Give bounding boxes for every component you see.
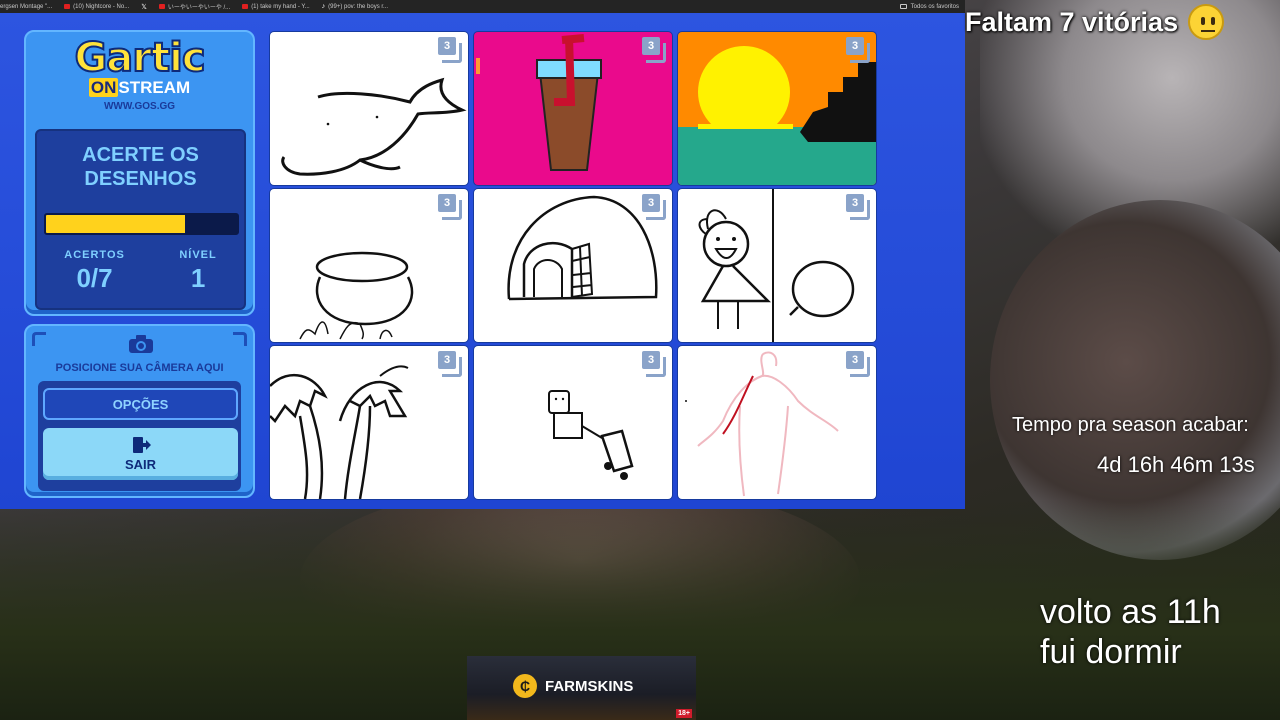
- neutral-face-icon: [1188, 4, 1225, 40]
- camera-label: POSICIONE SUA CÂMERA AQUI: [55, 362, 224, 374]
- badge-value: 3: [846, 194, 864, 212]
- sponsor-name: FARMSKINS: [545, 678, 634, 695]
- options-label: OPÇÕES: [112, 396, 169, 412]
- badge-value: 3: [438, 194, 456, 212]
- drawing-card-figure[interactable]: 3: [678, 346, 876, 499]
- bookmark-label: いーやいーやいーや /...: [167, 5, 231, 11]
- note-line: volto as 11h: [1040, 593, 1221, 631]
- bookmark-item[interactable]: 𝕏: [141, 3, 147, 11]
- buttons-area: OPÇÕES SAIR: [38, 381, 241, 491]
- drawing-card-sunset[interactable]: 3: [678, 32, 876, 185]
- logo-title: Gartic: [73, 35, 206, 81]
- wins-text: Faltam 7 vitórias: [965, 6, 1179, 37]
- bookmark-item[interactable]: (10) Nightcore - No...: [64, 4, 129, 10]
- exit-icon: [132, 437, 151, 453]
- logo-on: ON: [88, 78, 119, 97]
- hits-value: 0/7: [76, 263, 113, 293]
- drawing-card-igloo[interactable]: 3: [474, 189, 672, 342]
- bookmark-label: (99+) pov: the boys r...: [328, 3, 389, 10]
- points-badge: 3: [842, 351, 870, 377]
- bookmark-item[interactable]: いーやいーやいーや /...: [158, 2, 231, 11]
- youtube-icon: [158, 4, 165, 9]
- season-countdown-label: Tempo pra season acabar:: [1012, 414, 1249, 436]
- bookmark-label: (10) Nightcore - No...: [73, 3, 130, 10]
- round-info: ACERTE OS DESENHOS ACERTOS 0/7 NÍVEL 1: [35, 129, 246, 310]
- gartic-logo: Gartic ON STREAM WWW.GOS.GG: [26, 32, 253, 112]
- drawing-card-drink[interactable]: 3: [474, 32, 672, 185]
- badge-value: 3: [438, 351, 456, 369]
- season-countdown-timer: 4d 16h 46m 13s: [1097, 452, 1255, 477]
- badge-value: 3: [642, 351, 660, 369]
- badge-value: 3: [438, 37, 456, 55]
- badge-value: 3: [846, 351, 864, 369]
- emoji-eye: [1211, 17, 1216, 25]
- bookmark-label: (1) take my hand - Y...: [251, 3, 310, 10]
- bookmark-item[interactable]: ♪ (99+) pov: the boys r...: [322, 3, 388, 10]
- emoji-eye: [1201, 17, 1206, 25]
- favorites-label: Todos os favoritos: [910, 3, 959, 10]
- drawing-card-girl[interactable]: 3: [678, 189, 876, 342]
- points-badge: 3: [434, 37, 462, 63]
- points-badge: 3: [434, 351, 462, 377]
- level-label: NÍVEL: [179, 249, 217, 261]
- points-badge: 3: [434, 194, 462, 220]
- game-sidebar: Gartic ON STREAM WWW.GOS.GG ACERTE OS DES…: [24, 30, 255, 498]
- stream-note: volto as 11h fui dormir: [1040, 592, 1221, 672]
- level-stat: NÍVEL 1: [179, 249, 216, 294]
- mode-title: ACERTE OS DESENHOS: [82, 144, 199, 190]
- folder-icon: [899, 4, 907, 9]
- drawings-grid: 3 3 3 3 3 3 3 3 3: [270, 32, 876, 499]
- progress-bar: [44, 213, 239, 235]
- points-badge: 3: [842, 194, 870, 220]
- tiktok-icon: ♪: [321, 3, 326, 10]
- age-rating-badge: 18+: [676, 709, 692, 718]
- bookmark-item[interactable]: ergsen Montage "...: [0, 4, 52, 10]
- exit-button[interactable]: SAIR: [43, 428, 238, 480]
- level-value: 1: [190, 263, 206, 293]
- drawing-card-palms[interactable]: 3: [270, 346, 468, 499]
- camera-card: POSICIONE SUA CÂMERA AQUI OPÇÕES SAIR: [24, 324, 255, 498]
- exit-label: SAIR: [124, 457, 157, 472]
- all-favorites[interactable]: Todos os favoritos: [899, 0, 959, 13]
- drawing-card-person[interactable]: 3: [474, 346, 672, 499]
- points-badge: 3: [638, 37, 666, 63]
- points-badge: 3: [638, 351, 666, 377]
- badge-value: 3: [642, 37, 660, 55]
- stats-row: ACERTOS 0/7 NÍVEL 1: [37, 249, 244, 294]
- logo-subtitle: ON STREAM: [26, 78, 253, 98]
- note-line: fui dormir: [1040, 633, 1182, 671]
- options-button[interactable]: OPÇÕES: [43, 388, 238, 420]
- badge-value: 3: [846, 37, 864, 55]
- farmskins-logo-icon: ₵: [513, 674, 537, 698]
- x-logo-icon: 𝕏: [141, 3, 147, 11]
- frame-corner: [32, 332, 46, 346]
- bookmarks-bar: ergsen Montage "... (10) Nightcore - No.…: [0, 0, 965, 13]
- bookmark-item[interactable]: (1) take my hand - Y...: [242, 3, 310, 10]
- sponsor-banner[interactable]: ₵ FARMSKINS 18+: [467, 656, 696, 720]
- hits-label: ACERTOS: [64, 249, 125, 261]
- logo-url: WWW.GOS.GG: [103, 101, 176, 112]
- gartic-game-panel: Gartic ON STREAM WWW.GOS.GG ACERTE OS DES…: [0, 13, 965, 509]
- bookmark-label: ergsen Montage "...: [0, 3, 53, 10]
- points-badge: 3: [638, 194, 666, 220]
- wins-remaining-overlay: Faltam 7 vitórias: [965, 4, 1225, 40]
- youtube-icon: [242, 4, 249, 9]
- youtube-icon: [64, 4, 71, 9]
- frame-corner: [233, 332, 247, 346]
- logo-card: Gartic ON STREAM WWW.GOS.GG ACERTE OS DES…: [24, 30, 255, 316]
- camera-icon: [129, 335, 153, 353]
- badge-value: 3: [642, 194, 660, 212]
- drawing-card-whale[interactable]: 3: [270, 32, 468, 185]
- progress-fill: [46, 215, 186, 233]
- drawing-card-cauldron[interactable]: 3: [270, 189, 468, 342]
- hits-stat: ACERTOS 0/7: [64, 249, 125, 294]
- points-badge: 3: [842, 37, 870, 63]
- logo-stream: STREAM: [118, 78, 191, 97]
- emoji-mouth: [1201, 30, 1216, 32]
